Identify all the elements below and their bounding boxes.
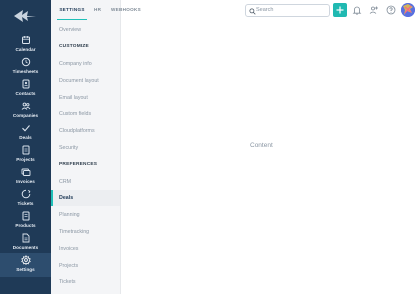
section-header-preferences: PREFERENCES [59, 162, 98, 167]
submenu-item-tickets[interactable]: Tickets [51, 274, 120, 290]
invoices-icon [21, 168, 30, 176]
nav-label: Contacts [15, 91, 36, 96]
nav-item-deals[interactable]: Deals [0, 123, 51, 145]
nav-item-invoices[interactable]: Invoices [0, 167, 51, 189]
nav-item-tickets[interactable]: Tickets [0, 189, 51, 211]
submenu-item-company-info[interactable]: Company info [51, 56, 120, 72]
user-add-icon[interactable] [369, 5, 379, 15]
nav-label: Deals [19, 135, 32, 140]
submenu-item-invoices[interactable]: Invoices [51, 241, 120, 257]
settings-icon [20, 255, 31, 265]
nav-label: Projects [16, 157, 35, 162]
settings-submenu: Overview CUSTOMIZE Company info Document… [51, 0, 121, 294]
logo-icon[interactable] [14, 9, 36, 23]
submenu-item-document-layout[interactable]: Document layout [51, 73, 120, 89]
contacts-icon [22, 79, 29, 89]
app-navigation: Calendar Timesheets Contacts Companies D… [0, 0, 51, 294]
submenu-item-email-layout[interactable]: Email layout [51, 90, 120, 106]
companies-icon [21, 102, 30, 110]
help-icon[interactable] [386, 5, 396, 15]
search-icon [249, 7, 256, 15]
avatar[interactable] [401, 3, 415, 17]
nav-label: Companies [12, 113, 39, 118]
submenu-item-deals[interactable]: Deals [51, 190, 120, 206]
settings-tabs: SETTINGS HR WEBHOOKS [51, 0, 151, 20]
submenu-item-timetracking[interactable]: Timetracking [51, 224, 120, 240]
search-input[interactable]: Search [256, 5, 273, 16]
add-button[interactable] [333, 3, 347, 17]
nav-item-contacts[interactable]: Contacts [0, 79, 51, 101]
submenu-item-cloudplatforms[interactable]: Cloudplatforms [51, 123, 120, 139]
bell-icon[interactable] [352, 5, 362, 15]
nav-label: Documents [12, 245, 39, 250]
search-box[interactable]: Search [245, 4, 330, 17]
plus-icon [336, 6, 344, 14]
nav-label: Invoices [16, 179, 35, 184]
submenu-item-projects[interactable]: Projects [51, 258, 120, 274]
nav-item-products[interactable]: Products [0, 211, 51, 233]
nav-item-companies[interactable]: Companies [0, 101, 51, 123]
nav-label: Settings [16, 267, 35, 272]
nav-item-settings[interactable]: Settings [0, 253, 51, 277]
section-header-customize: CUSTOMIZE [59, 44, 89, 49]
documents-icon [22, 233, 29, 243]
nav-item-documents[interactable]: Documents [0, 233, 51, 255]
nav-item-calendar[interactable]: Calendar [0, 35, 51, 57]
projects-icon [22, 145, 29, 155]
submenu-item-custom-fields[interactable]: Custom fields [51, 106, 120, 122]
timesheets-icon [21, 57, 30, 67]
nav-label: Products [15, 223, 36, 228]
content-placeholder: Content [250, 142, 273, 149]
nav-item-timesheets[interactable]: Timesheets [0, 57, 51, 79]
tab-webhooks[interactable]: WEBHOOKS [111, 0, 141, 20]
avatar-image-icon [401, 3, 415, 17]
submenu-item-security[interactable]: Security [51, 140, 120, 156]
nav-label: Calendar [15, 47, 36, 52]
tab-settings[interactable]: SETTINGS [57, 0, 87, 20]
deals-icon [21, 125, 30, 132]
tickets-icon [21, 189, 30, 199]
nav-label: Timesheets [12, 69, 39, 74]
submenu-item-overview[interactable]: Overview [51, 22, 120, 38]
calendar-icon [21, 36, 30, 44]
tab-hr[interactable]: HR [94, 0, 101, 20]
nav-item-projects[interactable]: Projects [0, 145, 51, 167]
submenu-item-crm[interactable]: CRM [51, 174, 120, 190]
submenu-item-planning[interactable]: Planning [51, 207, 120, 223]
nav-label: Tickets [17, 201, 34, 206]
products-icon [22, 211, 29, 221]
